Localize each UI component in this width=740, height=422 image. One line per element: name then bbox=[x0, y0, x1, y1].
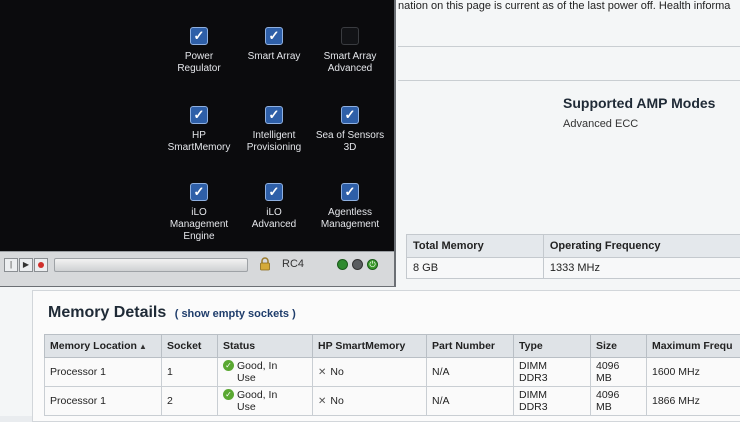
column-header-socket[interactable]: Socket bbox=[162, 335, 218, 358]
checkbox[interactable] bbox=[341, 27, 359, 45]
window-status-bar: | ▶ RC4 ⏻ bbox=[0, 251, 394, 286]
column-header-size[interactable]: Size bbox=[591, 335, 647, 358]
x-icon: ✕ bbox=[318, 396, 326, 407]
feature-smart-array[interactable]: Smart Array bbox=[232, 27, 316, 63]
feature-smart-array-advanced[interactable]: Smart ArrayAdvanced bbox=[308, 27, 392, 75]
divider bbox=[398, 46, 740, 47]
checkbox[interactable] bbox=[265, 183, 283, 201]
column-header-status[interactable]: Status bbox=[218, 335, 313, 358]
checkbox[interactable] bbox=[190, 27, 208, 45]
first-icon[interactable]: | bbox=[4, 258, 18, 272]
table-row: Processor 1 2 ✓Good, InUse ✕No N/A DIMMD… bbox=[45, 387, 740, 416]
checkbox[interactable] bbox=[265, 106, 283, 124]
lock-icon bbox=[259, 257, 271, 271]
feature-sea-of-sensors[interactable]: Sea of Sensors3D bbox=[308, 106, 392, 154]
sort-ascending-icon: ▲ bbox=[139, 342, 147, 351]
part-number-cell: N/A bbox=[427, 358, 514, 387]
socket-cell: 2 bbox=[162, 387, 218, 416]
max-frequency-cell: 1600 MHz bbox=[647, 358, 740, 387]
grey-status-icon bbox=[352, 259, 363, 270]
checkbox[interactable] bbox=[190, 106, 208, 124]
check-circle-icon: ✓ bbox=[223, 360, 234, 371]
feature-agentless-management[interactable]: AgentlessManagement bbox=[308, 183, 392, 231]
info-banner-text: nation on this page is current as of the… bbox=[398, 0, 730, 12]
check-circle-icon: ✓ bbox=[223, 389, 234, 400]
header-operating-frequency: Operating Frequency bbox=[543, 235, 740, 258]
feature-ilo-management-engine[interactable]: iLOManagementEngine bbox=[157, 183, 241, 243]
show-empty-sockets-link[interactable]: ( show empty sockets ) bbox=[175, 308, 296, 320]
max-frequency-cell: 1866 MHz bbox=[647, 387, 740, 416]
memory-details-title: Memory Details bbox=[48, 304, 166, 321]
column-header-type[interactable]: Type bbox=[514, 335, 591, 358]
socket-cell: 1 bbox=[162, 358, 218, 387]
type-cell: DIMMDDR3 bbox=[514, 387, 591, 416]
column-header-hp-smartmemory[interactable]: HP SmartMemory bbox=[313, 335, 427, 358]
checkbox[interactable] bbox=[265, 27, 283, 45]
feature-hp-smartmemory[interactable]: HPSmartMemory bbox=[157, 106, 241, 154]
play-icon[interactable]: ▶ bbox=[19, 258, 33, 272]
green-power-icon[interactable]: ⏻ bbox=[367, 259, 378, 270]
part-number-cell: N/A bbox=[427, 387, 514, 416]
checkbox[interactable] bbox=[341, 183, 359, 201]
memory-details-heading: Memory Details ( show empty sockets ) bbox=[48, 304, 296, 322]
memory-location-cell: Processor 1 bbox=[45, 358, 162, 387]
header-total-memory: Total Memory bbox=[407, 235, 544, 258]
memory-location-cell: Processor 1 bbox=[45, 387, 162, 416]
column-header-part-number[interactable]: Part Number bbox=[427, 335, 514, 358]
size-cell: 4096MB bbox=[591, 358, 647, 387]
progress-bar bbox=[54, 258, 248, 272]
green-status-icon bbox=[337, 259, 348, 270]
memory-summary-table: Total Memory Operating Frequency 8 GB 13… bbox=[406, 234, 740, 279]
memory-details-table: Memory Location▲ Socket Status HP SmartM… bbox=[44, 334, 740, 416]
status-cell: ✓Good, InUse bbox=[218, 387, 313, 416]
checkbox[interactable] bbox=[341, 106, 359, 124]
record-icon[interactable] bbox=[34, 258, 48, 272]
type-cell: DIMMDDR3 bbox=[514, 358, 591, 387]
column-header-maximum-frequency[interactable]: Maximum Frequ bbox=[647, 335, 740, 358]
x-icon: ✕ bbox=[318, 367, 326, 378]
features-window: PowerRegulator Smart Array Smart ArrayAd… bbox=[0, 0, 396, 287]
cipher-label: RC4 bbox=[282, 258, 304, 270]
feature-power-regulator[interactable]: PowerRegulator bbox=[157, 27, 241, 75]
status-cell: ✓Good, InUse bbox=[218, 358, 313, 387]
table-row: Processor 1 1 ✓Good, InUse ✕No N/A DIMMD… bbox=[45, 358, 740, 387]
amp-modes-value: Advanced ECC bbox=[563, 118, 638, 130]
column-header-memory-location[interactable]: Memory Location▲ bbox=[45, 335, 162, 358]
feature-ilo-advanced[interactable]: iLOAdvanced bbox=[232, 183, 316, 231]
smartmemory-cell: ✕No bbox=[313, 387, 427, 416]
divider bbox=[398, 80, 740, 81]
checkbox[interactable] bbox=[190, 183, 208, 201]
size-cell: 4096MB bbox=[591, 387, 647, 416]
smartmemory-cell: ✕No bbox=[313, 358, 427, 387]
feature-intelligent-provisioning[interactable]: IntelligentProvisioning bbox=[232, 106, 316, 154]
total-memory-value: 8 GB bbox=[407, 258, 544, 279]
amp-modes-title: Supported AMP Modes bbox=[563, 95, 715, 111]
operating-frequency-value: 1333 MHz bbox=[543, 258, 740, 279]
